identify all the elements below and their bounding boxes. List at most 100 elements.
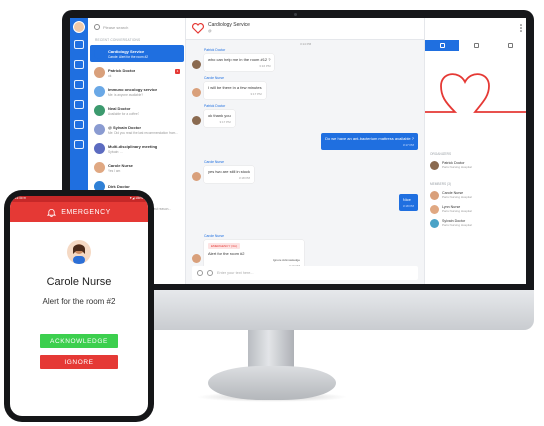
more-options-icon[interactable]: [520, 24, 522, 32]
message-text: Nice: [402, 197, 411, 202]
emergency-tag: EMERGENCY (3m): [208, 243, 241, 249]
members-icon: [439, 43, 445, 48]
emoji-icon[interactable]: [207, 270, 213, 276]
message-time: 3:17 PM: [402, 143, 414, 147]
message-bubble: Do we have an ant-bacterium mattress ava…: [321, 133, 418, 150]
ignore-button[interactable]: IGNORE: [40, 355, 118, 369]
recent-conversations-header: RECENT CONVERSATIONS: [95, 38, 141, 42]
message-text: I will be there in a few minutes: [208, 85, 262, 90]
conversation-title: Cardiology Service: [108, 48, 145, 54]
search-input[interactable]: Please search: [103, 25, 128, 30]
conversation-preview: Me: is anyone available?: [108, 92, 144, 97]
user-avatar[interactable]: [73, 21, 85, 33]
member-role: Paris Nursing Hospital: [442, 223, 472, 227]
message-time: 3:18 PM: [402, 204, 414, 208]
conversation-avatar: [94, 67, 105, 78]
conversation-avatar: [94, 105, 105, 116]
message-text: Do we have an ant-bacterium mattress ava…: [325, 136, 414, 141]
phone-screen: 12:30 ✉ ▼◢ 100% EMERGENCY Carole Nurse A…: [10, 196, 148, 416]
tab-members[interactable]: [425, 40, 459, 51]
message-time: 3:17 PM: [250, 92, 262, 96]
conversation-item[interactable]: Immuno oncology service Me: is anyone ava…: [90, 83, 184, 100]
message-input[interactable]: Enter your text here...: [217, 271, 254, 275]
info-icon: [507, 43, 513, 48]
message-composer: Enter your text here...: [192, 266, 418, 280]
message-sender: Carole Nurse: [204, 76, 224, 80]
conversation-title: Multi-disciplinary meeting: [108, 143, 158, 149]
conversation-item[interactable]: Carole Nurse Yes I am: [90, 159, 184, 176]
conversation-preview: Me: Did you read the last recommendation…: [108, 130, 178, 135]
member-item[interactable]: Patrick Doctor Paris Nursing Hospital: [430, 159, 524, 171]
conversation-item[interactable]: Neal Doctor Available for a coffee?: [90, 102, 184, 119]
phone-icon[interactable]: [74, 100, 84, 109]
emergency-actions[interactable]: Ignore Acknowledge: [208, 258, 300, 262]
member-text: Carole Nurse Paris Nursing Hospital: [442, 191, 472, 199]
team-icon[interactable]: [74, 60, 84, 69]
organizers-header: ORGANIZERS: [430, 152, 452, 156]
heart-icon: [192, 23, 204, 34]
contacts-icon[interactable]: [74, 80, 84, 89]
message-text: who can help me in the room #12 ?: [208, 57, 271, 62]
member-item[interactable]: Carole Nurse Paris Nursing Hospital: [430, 189, 524, 201]
conversation-avatar: [94, 162, 105, 173]
member-text: Lynn Nurse Paris Nursing Hospital: [442, 205, 472, 213]
conversation-preview: ok: [108, 73, 112, 78]
conversation-text: Patrick Doctor ok: [108, 68, 135, 78]
member-text: Sylvain Doctor Paris Nursing Hospital: [442, 219, 472, 227]
tab-info[interactable]: [493, 40, 526, 51]
member-avatar: [430, 218, 439, 228]
message-text: Alert for the room #2: [208, 251, 245, 256]
conversation-text: Multi-disciplinary meeting Sylvain: ...: [108, 144, 157, 154]
message-bubble: ok thank you 3:17 PM: [204, 110, 235, 127]
message-sender: Patrick Doctor: [204, 48, 226, 52]
phone: 12:30 ✉ ▼◢ 100% EMERGENCY Carole Nurse A…: [4, 190, 154, 422]
member-item[interactable]: Lynn Nurse Paris Nursing Hospital: [430, 203, 524, 215]
search-bar[interactable]: Please search: [94, 22, 180, 32]
settings-icon[interactable]: [74, 140, 84, 149]
conversation-item[interactable]: Cardiology Service Carole: Alert for the …: [90, 45, 184, 62]
unread-badge: 1: [175, 69, 180, 74]
member-text: Patrick Doctor Paris Nursing Hospital: [442, 161, 472, 169]
member-avatar: [430, 160, 439, 170]
member-role: Paris Nursing Hospital: [442, 209, 472, 213]
conversation-title: @ Sylvain Doctor: [108, 124, 142, 130]
conversation-title: Dirk Doctor: [108, 183, 130, 189]
emergency-title: EMERGENCY: [61, 208, 111, 216]
message-avatar: [192, 60, 201, 69]
member-role: Paris Nursing Hospital: [442, 165, 472, 169]
chat-header: Cardiology Service @: [186, 18, 424, 40]
conversation-item[interactable]: Patrick Doctor ok 1: [90, 64, 184, 81]
message-text: ok thank you: [208, 113, 231, 118]
acknowledge-button[interactable]: ACKNOWLEDGE: [40, 334, 118, 348]
details-tabs: [425, 40, 526, 51]
chat-title: Cardiology Service: [208, 22, 250, 28]
conversation-item[interactable]: Multi-disciplinary meeting Sylvain: ...: [90, 140, 184, 157]
conversation-title: Immuno oncology service: [108, 86, 158, 92]
files-icon[interactable]: [74, 120, 84, 129]
message-time: 3:16 PM: [259, 64, 271, 68]
monitor-camera: [294, 13, 297, 16]
tab-files[interactable]: [459, 40, 493, 51]
caller-name: Carole Nurse: [46, 276, 112, 288]
search-icon: [94, 24, 100, 30]
chat-message: Carole Nurse yes two are still in stock 3:…: [204, 160, 255, 183]
monitor-stand-base: [208, 366, 336, 400]
caller-avatar: [67, 240, 91, 264]
attach-icon[interactable]: [197, 270, 203, 276]
chat-icon[interactable]: [74, 40, 84, 49]
message-avatar: [192, 88, 201, 97]
message-bubble: yes two are still in stock 3:18 PM: [204, 166, 255, 183]
message-text: yes two are still in stock: [208, 169, 251, 174]
conversation-preview: Carole: Alert for the room #2: [108, 54, 149, 59]
details-panel: ORGANIZERS Patrick Doctor Paris Nursing H…: [424, 18, 526, 284]
heart-illustration: [425, 73, 526, 113]
conversation-text: Immuno oncology service Me: is anyone ava…: [108, 87, 157, 97]
conversation-text: Carole Nurse Yes I am: [108, 163, 133, 173]
conversation-text: Dirk Doctor: [108, 184, 130, 190]
conversation-avatar: [94, 86, 105, 97]
message-time: 3:17 PM: [219, 120, 231, 124]
conversation-item[interactable]: @ Sylvain Doctor Me: Did you read the las…: [90, 121, 184, 138]
member-item[interactable]: Sylvain Doctor Paris Nursing Hospital: [430, 217, 524, 229]
bell-icon: [47, 208, 57, 217]
conversation-title: Patrick Doctor: [108, 67, 136, 73]
